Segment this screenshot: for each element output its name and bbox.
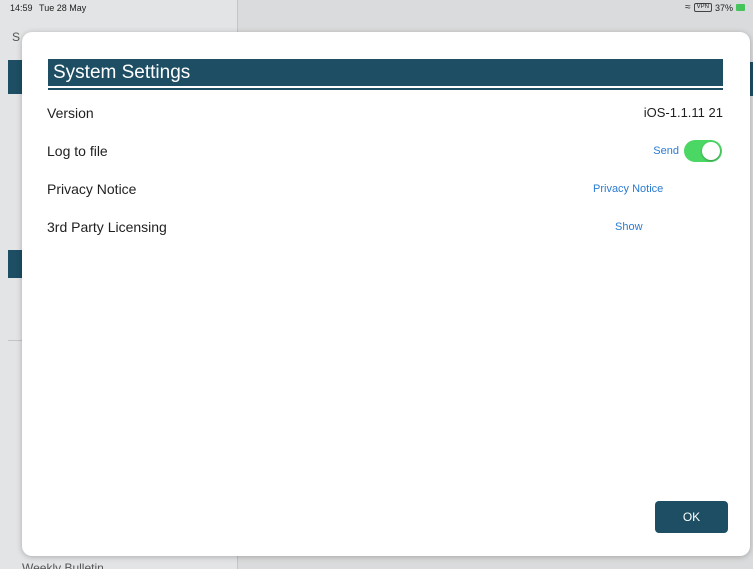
log-to-file-toggle[interactable]: [684, 140, 722, 162]
version-label: Version: [47, 105, 94, 121]
status-time: 14:59: [10, 3, 33, 13]
privacy-notice-row: Privacy Notice Privacy Notice: [47, 178, 723, 202]
background-sidebar-selected-item: [8, 60, 22, 94]
privacy-notice-label: Privacy Notice: [47, 181, 137, 197]
wifi-icon: ≈: [685, 2, 691, 13]
status-date: Tue 28 May: [39, 3, 87, 13]
toggle-knob: [702, 142, 720, 160]
log-to-file-row: Log to file Send: [47, 140, 723, 164]
system-settings-dialog: System Settings Version iOS-1.1.11 21 Lo…: [22, 32, 750, 556]
show-licensing-link[interactable]: Show: [615, 221, 643, 233]
vpn-badge: VPN: [693, 3, 712, 12]
send-log-button[interactable]: Send: [653, 145, 679, 157]
battery-percent: 37%: [714, 2, 733, 13]
third-party-licensing-row: 3rd Party Licensing Show: [47, 216, 723, 240]
dialog-title-bar: System Settings: [48, 59, 723, 88]
ok-button[interactable]: OK: [655, 501, 728, 533]
third-party-licensing-label: 3rd Party Licensing: [47, 219, 167, 235]
status-indicators: ≈ VPN 37%: [685, 2, 745, 13]
status-time-date: 14:59 Tue 28 May: [10, 3, 86, 13]
version-row: Version iOS-1.1.11 21: [47, 102, 723, 126]
status-bar: 14:59 Tue 28 May ≈ VPN 37%: [0, 0, 753, 16]
version-value: iOS-1.1.11 21: [643, 105, 723, 120]
dialog-title: System Settings: [53, 62, 191, 83]
background-weekly-bulletin-item: Weekly Bulletin: [22, 561, 104, 569]
privacy-notice-link[interactable]: Privacy Notice: [593, 183, 663, 195]
background-sidebar-initial: S: [12, 30, 21, 44]
battery-icon: [736, 4, 745, 11]
log-to-file-label: Log to file: [47, 143, 108, 159]
background-sidebar-item: [8, 250, 22, 278]
